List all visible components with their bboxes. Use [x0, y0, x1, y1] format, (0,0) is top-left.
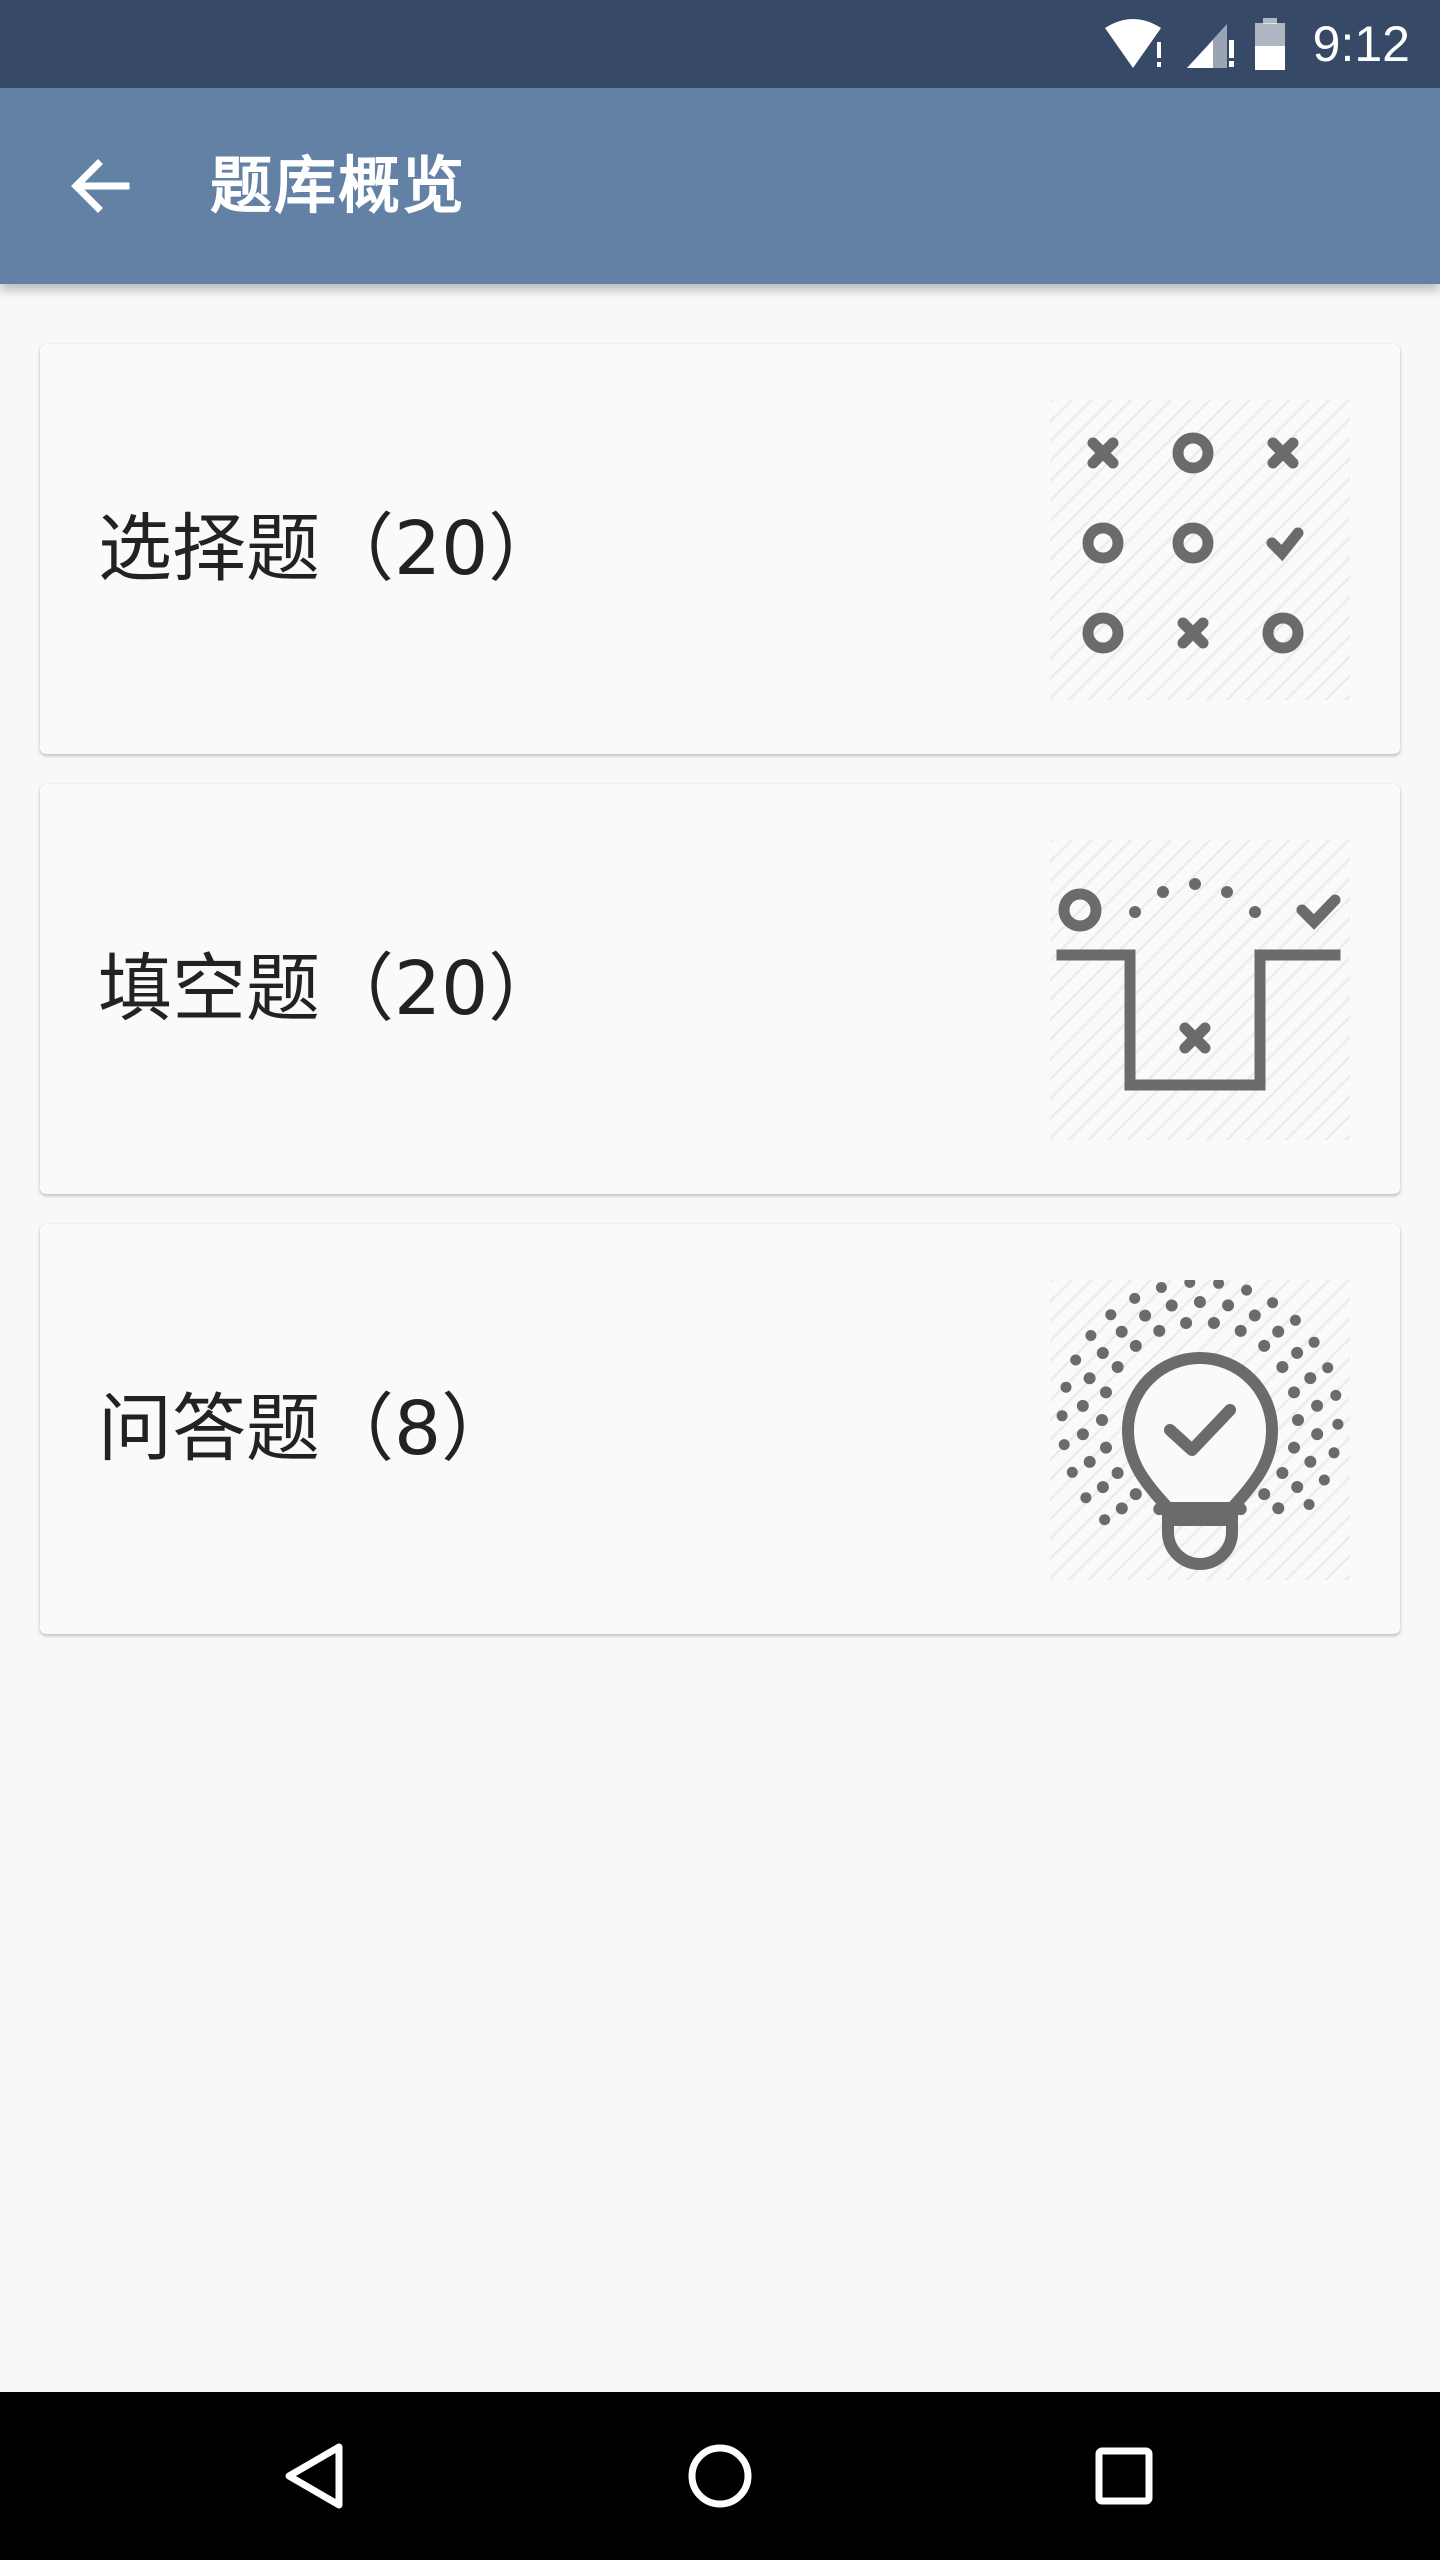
bulb-ray-dot: [1115, 1502, 1128, 1515]
nav-home-icon: [688, 2444, 752, 2508]
bulb-ray-dot: [1085, 1330, 1097, 1341]
bulb-ray-dot: [1129, 1488, 1142, 1501]
bulb-ray-dot: [1304, 1372, 1317, 1385]
lightbulb-check-icon: [1050, 1280, 1350, 1580]
bulb-ray-dot: [1056, 1410, 1068, 1422]
bulb-ray-dot: [1115, 1325, 1128, 1338]
bulb-ray-dot: [1129, 1292, 1141, 1304]
navigation-bar: [0, 2392, 1440, 2560]
bulb-ray-dot: [1288, 1386, 1300, 1399]
bulb-ray-dot: [1083, 1372, 1096, 1385]
bulb-ray-dot: [1292, 1414, 1304, 1426]
bulb-ray-dot: [1099, 1514, 1111, 1526]
bulb-ray-dot: [1139, 1309, 1152, 1322]
bulb-ray-dot: [1100, 1386, 1112, 1399]
nav-back-icon: [285, 2443, 343, 2509]
bulb-ray-dot: [1080, 1492, 1092, 1504]
bulb-ray-dot: [1111, 1467, 1124, 1479]
wifi-alert-icon: [1104, 19, 1161, 68]
bulb-ray-dot: [1180, 1317, 1193, 1329]
bulb-ray-dot: [1272, 1502, 1285, 1515]
bulb-ray-dot: [1058, 1439, 1070, 1451]
bulb-ray-dot: [1248, 1309, 1261, 1322]
bulb-ray-dot: [1330, 1389, 1342, 1401]
multiple-choice-grid-icon: [1050, 400, 1350, 700]
signal-alert-icon: [1186, 24, 1234, 68]
card-fill-blank[interactable]: 填空题（20）: [40, 784, 1400, 1194]
status-bar: 9:12: [0, 0, 1440, 88]
bulb-ray-dot: [1105, 1309, 1117, 1321]
card-label: 填空题（20）: [98, 946, 563, 1032]
bulb-ray-dot: [1258, 1339, 1271, 1352]
bulb-ray-dot: [1207, 1317, 1220, 1329]
card-qa[interactable]: 问答题（8）: [40, 1224, 1400, 1634]
bulb-ray-dot: [1272, 1325, 1285, 1338]
bulb-ray-dot: [1311, 1428, 1324, 1441]
bulb-ray-dot: [1076, 1399, 1089, 1412]
bulb-ray-dot: [1096, 1414, 1108, 1426]
bulb-ray-dot: [1318, 1474, 1330, 1486]
status-icons: 9:12: [1103, 0, 1410, 88]
bulb-ray-dot: [1096, 1481, 1109, 1494]
bulb-ray-dot: [1060, 1381, 1072, 1393]
bulb-ray-dot: [1328, 1447, 1340, 1459]
bulb-ray-dot: [1289, 1314, 1301, 1326]
app-bar: 题库概览: [0, 88, 1440, 284]
bulb-ray-dot: [1291, 1346, 1304, 1359]
card-multiple-choice[interactable]: 选择题（20）: [40, 344, 1400, 754]
status-time: 9:12: [1312, 16, 1410, 72]
bulb-ray-dot: [1222, 1299, 1235, 1312]
bulb-ray-dot: [1258, 1488, 1271, 1501]
bulb-ray-dot: [1276, 1361, 1289, 1373]
battery-icon: [1254, 18, 1285, 70]
bulb-ray-dot: [1276, 1467, 1289, 1479]
bulb-ray-dot: [1234, 1324, 1247, 1337]
nav-recents-icon: [1095, 2447, 1153, 2505]
bulb-ray-dot: [1332, 1418, 1344, 1430]
bulb-ray-dot: [1267, 1297, 1279, 1309]
bulb-ray-dot: [1066, 1466, 1078, 1478]
bulb-ray-dot: [1155, 1282, 1167, 1293]
bulb-ray-dot: [1100, 1441, 1112, 1454]
bulb-ray-dot: [1291, 1481, 1304, 1493]
bulb-ray-dot: [1153, 1324, 1166, 1337]
bulb-ray-dot: [1308, 1336, 1320, 1348]
bulb-ray-dot: [1129, 1339, 1142, 1352]
bulb-ray-dot: [1304, 1455, 1317, 1468]
bulb-ray-dot: [1083, 1455, 1096, 1468]
fill-blank-icon: [1050, 840, 1350, 1140]
bulb-ray-dot: [1076, 1428, 1089, 1441]
page-title: 题库概览: [210, 149, 467, 222]
bulb-ray-dot: [1096, 1347, 1109, 1359]
bulb-ray-dot: [1193, 1296, 1206, 1308]
nav-recents-button[interactable]: [1074, 2426, 1174, 2526]
card-label: 选择题（20）: [98, 506, 563, 592]
bulb-ray-dot: [1303, 1499, 1315, 1510]
nav-back-button[interactable]: [264, 2426, 364, 2526]
nav-home-button[interactable]: [670, 2426, 770, 2526]
back-button[interactable]: [48, 134, 152, 238]
bulb-ray-dot: [1070, 1354, 1082, 1366]
bulb-ray-dot: [1311, 1399, 1324, 1412]
card-label: 问答题（8）: [98, 1386, 516, 1472]
bulb-ray-dot: [1165, 1299, 1178, 1312]
bulb-ray-dot: [1288, 1441, 1300, 1454]
bulb-ray-dot: [1322, 1362, 1334, 1374]
arrow-back-icon: [71, 159, 130, 213]
bulb-ray-dot: [1241, 1284, 1253, 1296]
bulb-ray-dot: [1111, 1361, 1124, 1373]
